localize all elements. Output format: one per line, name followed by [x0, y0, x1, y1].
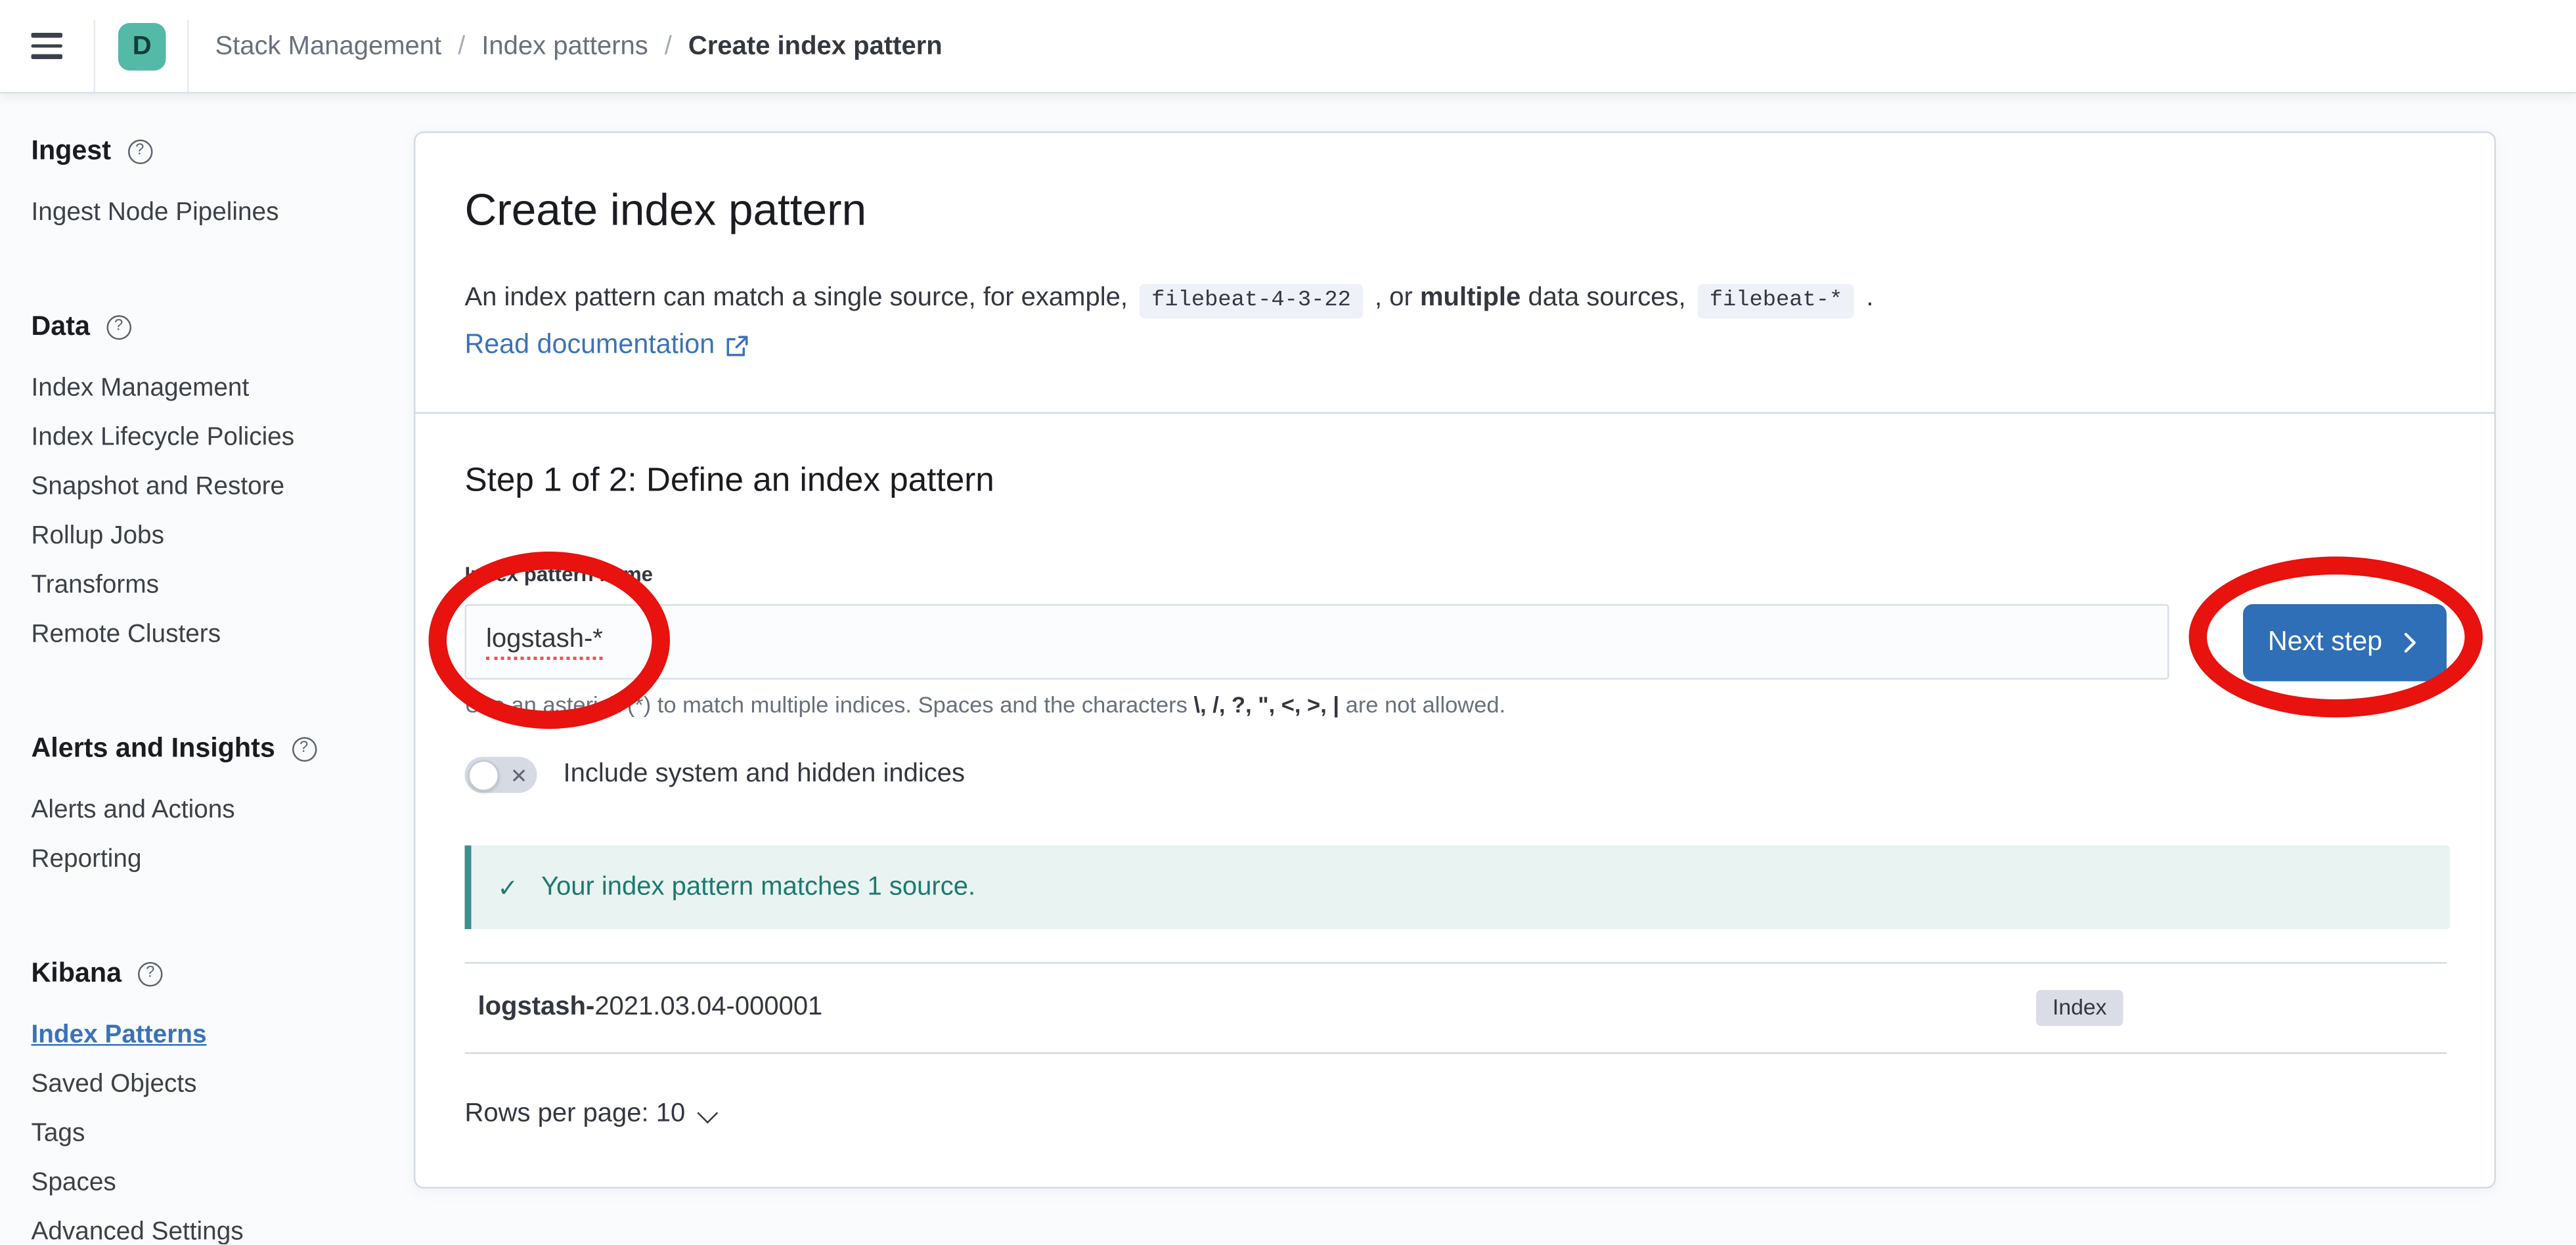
- code-chip: filebeat-*: [1698, 284, 1854, 319]
- top-bar: D Stack Management / Index patterns / Cr…: [0, 0, 2576, 94]
- sidebar-section-title: Ingest ?: [32, 137, 395, 166]
- help-icon[interactable]: ?: [127, 139, 152, 164]
- sidebar-item-transforms[interactable]: Transforms: [32, 561, 395, 611]
- include-hidden-indices-row: ✕ Include system and hidden indices: [465, 757, 965, 793]
- divider: [465, 1053, 2447, 1055]
- page-title: Create index pattern: [465, 179, 867, 242]
- close-icon: ✕: [506, 757, 532, 793]
- breadcrumb-create-index-pattern: Create index pattern: [688, 32, 943, 62]
- match-success-callout: ✓ Your index pattern matches 1 source.: [465, 846, 2451, 930]
- rows-per-page-control[interactable]: Rows per page: 10: [465, 1095, 713, 1135]
- sidebar-item-alerts-and-actions[interactable]: Alerts and Actions: [32, 787, 395, 836]
- include-hidden-indices-toggle[interactable]: ✕: [465, 757, 537, 793]
- page: D Stack Management / Index patterns / Cr…: [0, 0, 2576, 1245]
- sidebar-section-title: Data ?: [32, 312, 395, 341]
- sidebar-item-reporting[interactable]: Reporting: [32, 836, 395, 885]
- hamburger-icon: [32, 33, 63, 37]
- header-divider: [187, 20, 189, 92]
- table-row: logstash-2021.03.04-000001 Index: [465, 964, 2451, 1053]
- help-icon[interactable]: ?: [292, 736, 317, 761]
- sidebar-item-rollup-jobs[interactable]: Rollup Jobs: [32, 512, 395, 561]
- chevron-down-icon: [698, 1102, 719, 1123]
- divider: [416, 412, 2495, 414]
- chevron-right-icon: [2397, 630, 2422, 655]
- create-index-pattern-panel: Create index pattern An index pattern ca…: [414, 131, 2496, 1189]
- sidebar-item-index-patterns[interactable]: Index Patterns: [32, 1011, 395, 1060]
- sidebar-section-data: Data ? Index Management Index Lifecycle …: [32, 312, 395, 660]
- external-link-icon: [726, 334, 749, 357]
- breadcrumb-separator: /: [458, 32, 465, 62]
- step-heading: Step 1 of 2: Define an index pattern: [465, 462, 994, 501]
- code-chip: filebeat-4-3-22: [1140, 284, 1363, 319]
- sidebar-item-advanced-settings[interactable]: Advanced Settings: [32, 1208, 395, 1245]
- sidebar-section-title: Kibana ?: [32, 959, 395, 988]
- breadcrumb-index-patterns[interactable]: Index patterns: [481, 32, 648, 62]
- sidebar-item-index-management[interactable]: Index Management: [32, 364, 395, 414]
- sidebar-section-ingest: Ingest ? Ingest Node Pipelines: [32, 137, 395, 238]
- breadcrumb-stack-management[interactable]: Stack Management: [215, 32, 442, 62]
- space-avatar[interactable]: D: [118, 23, 166, 71]
- disallowed-characters: \, /, ?, ", <, >, |: [1194, 693, 1340, 718]
- sidebar-section-title: Alerts and Insights ?: [32, 734, 395, 764]
- sidebar-item-index-lifecycle-policies[interactable]: Index Lifecycle Policies: [32, 414, 395, 463]
- toggle-knob: [467, 759, 499, 791]
- help-text: Use an asterisk (*) to match multiple in…: [465, 693, 1506, 718]
- toggle-label: Include system and hidden indices: [564, 760, 965, 790]
- check-icon: ✓: [498, 873, 518, 902]
- next-step-button[interactable]: Next step: [2243, 604, 2447, 682]
- sidebar-item-snapshot-and-restore[interactable]: Snapshot and Restore: [32, 463, 395, 512]
- sidebar-item-saved-objects[interactable]: Saved Objects: [32, 1060, 395, 1110]
- sidebar-item-tags[interactable]: Tags: [32, 1110, 395, 1159]
- sidebar-item-remote-clusters[interactable]: Remote Clusters: [32, 611, 395, 660]
- intro-text: An index pattern can match a single sour…: [465, 278, 2462, 322]
- sidebar-section-alerts-and-insights: Alerts and Insights ? Alerts and Actions…: [32, 734, 395, 885]
- help-icon[interactable]: ?: [106, 315, 131, 339]
- management-sidebar: Ingest ? Ingest Node Pipelines Data ? In…: [0, 94, 394, 1245]
- index-pattern-value: logstash-*: [486, 624, 603, 659]
- index-pattern-input[interactable]: logstash-*: [465, 604, 2169, 680]
- read-documentation-link[interactable]: Read documentation: [465, 330, 749, 362]
- breadcrumb: Stack Management / Index patterns / Crea…: [215, 0, 943, 94]
- header-divider: [94, 20, 96, 92]
- index-pattern-name-label: Index pattern name: [465, 563, 654, 586]
- sidebar-item-ingest-node-pipelines[interactable]: Ingest Node Pipelines: [32, 189, 395, 238]
- index-name: logstash-2021.03.04-000001: [478, 994, 823, 1023]
- hamburger-menu-button[interactable]: [32, 28, 68, 64]
- sidebar-item-spaces[interactable]: Spaces: [32, 1159, 395, 1208]
- index-badge: Index: [2036, 990, 2123, 1026]
- help-icon[interactable]: ?: [138, 961, 163, 986]
- breadcrumb-separator: /: [665, 32, 672, 62]
- sidebar-section-kibana: Kibana ? Index Patterns Saved Objects Ta…: [32, 959, 395, 1245]
- callout-message: Your index pattern matches 1 source.: [541, 873, 975, 902]
